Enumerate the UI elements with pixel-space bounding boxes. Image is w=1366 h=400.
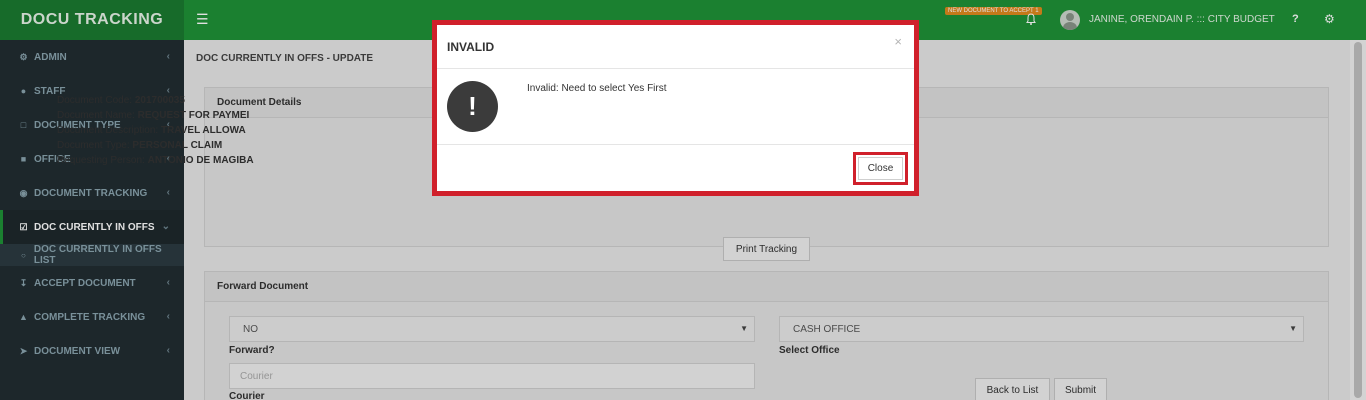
close-button[interactable]: Close (858, 157, 903, 180)
close-icon[interactable]: × (894, 34, 902, 49)
close-button-highlight: Close (853, 152, 908, 185)
modal-footer: Close (437, 145, 914, 191)
modal-body: ! Invalid: Need to select Yes First (437, 69, 914, 145)
invalid-modal: INVALID × ! Invalid: Need to select Yes … (432, 20, 919, 196)
modal-header: INVALID × (437, 25, 914, 69)
modal-title: INVALID (447, 40, 495, 54)
exclamation-icon: ! (447, 81, 498, 132)
alert-message: Invalid: Need to select Yes First (527, 83, 667, 94)
